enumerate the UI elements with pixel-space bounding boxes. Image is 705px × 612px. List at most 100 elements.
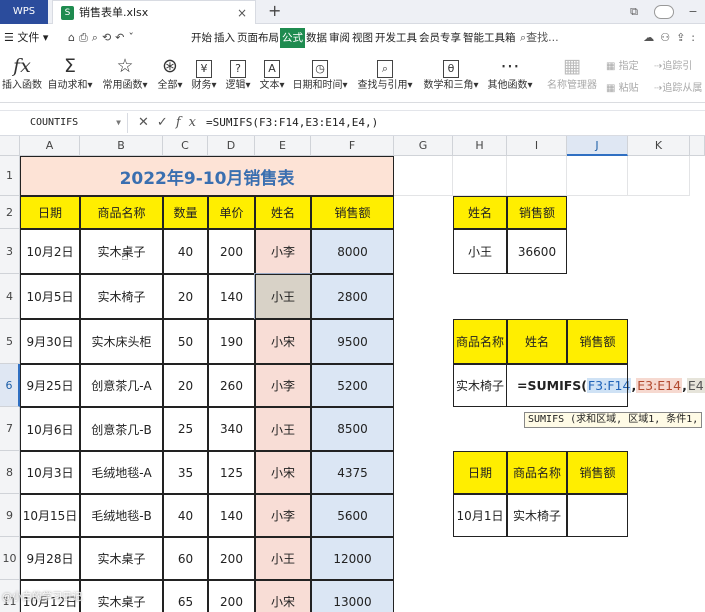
column-header-l[interactable] bbox=[690, 136, 705, 156]
tab-insert[interactable]: 插入 bbox=[213, 25, 236, 51]
header-sales[interactable]: 销售额 bbox=[311, 196, 394, 229]
search-input[interactable]: ⌕查找... bbox=[520, 25, 559, 51]
close-tab-icon[interactable]: × bbox=[237, 1, 247, 25]
table-cell-price[interactable]: 260 bbox=[208, 364, 255, 407]
row-header-2[interactable]: 2 bbox=[0, 196, 20, 229]
table-cell-quantity[interactable]: 60 bbox=[163, 537, 208, 580]
summary3-product-value[interactable]: 实木椅子 bbox=[507, 494, 567, 537]
table-cell-name[interactable]: 小李 bbox=[255, 494, 311, 537]
summary1-name-value[interactable]: 小王 bbox=[453, 229, 507, 274]
table-cell-sales[interactable]: 12000 bbox=[311, 537, 394, 580]
table-cell-price[interactable]: 140 bbox=[208, 494, 255, 537]
common-functions-button[interactable]: ☆ 常用函数▾ bbox=[100, 53, 150, 99]
fx-icon[interactable]: fx bbox=[176, 115, 204, 130]
column-header-e[interactable]: E bbox=[255, 136, 311, 156]
column-header-i[interactable]: I bbox=[507, 136, 567, 156]
table-cell-product[interactable]: 创意茶几-B bbox=[80, 407, 163, 451]
minimize-icon[interactable]: − bbox=[681, 0, 705, 24]
table-cell-quantity[interactable]: 50 bbox=[163, 319, 208, 364]
table-cell-date[interactable]: 10月6日 bbox=[20, 407, 80, 451]
summary2-header-name[interactable]: 姓名 bbox=[507, 319, 567, 364]
grid-cell[interactable] bbox=[507, 156, 567, 196]
table-cell-price[interactable]: 190 bbox=[208, 319, 255, 364]
summary3-header-sales[interactable]: 销售额 bbox=[567, 451, 628, 494]
grid-cell[interactable] bbox=[394, 156, 453, 196]
tab-smart-toolbox[interactable]: 智能工具箱 bbox=[462, 25, 517, 51]
select-all-corner[interactable] bbox=[0, 136, 20, 156]
grid-cell[interactable] bbox=[567, 156, 628, 196]
wps-account-icon[interactable] bbox=[653, 5, 674, 19]
text-functions-button[interactable]: A 文本▾ bbox=[256, 53, 288, 99]
row-header-5[interactable]: 5 bbox=[0, 319, 20, 364]
summary2-header-product[interactable]: 商品名称 bbox=[453, 319, 507, 364]
table-cell-sales[interactable]: 2800 bbox=[311, 274, 394, 319]
quick-access-toolbar[interactable]: ⌂⎙⌕⟲↶ˇ bbox=[68, 25, 138, 51]
table-cell-date[interactable]: 10月5日 bbox=[20, 274, 80, 319]
table-cell-price[interactable]: 125 bbox=[208, 451, 255, 494]
table-cell-quantity[interactable]: 65 bbox=[163, 580, 208, 612]
table-cell-sales[interactable]: 13000 bbox=[311, 580, 394, 612]
table-cell-price[interactable]: 200 bbox=[208, 229, 255, 274]
tab-review[interactable]: 审阅 bbox=[328, 25, 351, 51]
math-functions-button[interactable]: θ 数学和三角▾ bbox=[420, 53, 482, 99]
row-header-7[interactable]: 7 bbox=[0, 407, 20, 451]
table-cell-name[interactable]: 小宋 bbox=[255, 451, 311, 494]
name-box[interactable]: COUNTIFS ▼ bbox=[0, 113, 128, 133]
finance-functions-button[interactable]: ¥ 财务▾ bbox=[188, 53, 220, 99]
row-header-6[interactable]: 6 bbox=[0, 364, 20, 407]
table-cell-date[interactable]: 10月15日 bbox=[20, 494, 80, 537]
summary3-header-product[interactable]: 商品名称 bbox=[507, 451, 567, 494]
enter-icon[interactable]: ✓ bbox=[157, 115, 176, 130]
trace-precedents-button[interactable]: ⇢追踪引 bbox=[654, 57, 692, 72]
table-cell-name[interactable]: 小李 bbox=[255, 229, 311, 274]
table-cell-quantity[interactable]: 40 bbox=[163, 229, 208, 274]
header-product[interactable]: 商品名称 bbox=[80, 196, 163, 229]
table-cell-sales[interactable]: 5600 bbox=[311, 494, 394, 537]
row-header-3[interactable]: 3 bbox=[0, 229, 20, 274]
table-cell-quantity[interactable]: 35 bbox=[163, 451, 208, 494]
column-header-h[interactable]: H bbox=[453, 136, 507, 156]
define-name-button[interactable]: ▦ 指定 bbox=[606, 57, 639, 72]
table-cell-name[interactable]: 小王 bbox=[255, 407, 311, 451]
column-header-a[interactable]: A bbox=[20, 136, 80, 156]
grid-cell[interactable] bbox=[628, 156, 690, 196]
tab-developer[interactable]: 开发工具 bbox=[374, 25, 418, 51]
table-cell-price[interactable]: 140 bbox=[208, 274, 255, 319]
table-cell-price[interactable]: 200 bbox=[208, 537, 255, 580]
summary3-sales-value[interactable] bbox=[567, 494, 628, 537]
table-cell-price[interactable]: 200 bbox=[208, 580, 255, 612]
name-manager-button[interactable]: ▦ 名称管理器 bbox=[544, 53, 600, 99]
summary1-sales-value[interactable]: 36600 bbox=[507, 229, 567, 274]
summary1-header-sales[interactable]: 销售额 bbox=[507, 196, 567, 229]
table-cell-product[interactable]: 实木桌子 bbox=[80, 537, 163, 580]
wps-home-button[interactable]: WPS bbox=[0, 0, 48, 24]
table-cell-name-referenced[interactable]: 小王 bbox=[254, 273, 312, 320]
paste-name-button[interactable]: ▦ 粘贴 bbox=[606, 79, 639, 94]
summary2-header-sales[interactable]: 销售额 bbox=[567, 319, 628, 364]
column-header-j[interactable]: J bbox=[567, 136, 628, 156]
other-functions-button[interactable]: ⋯ 其他函数▾ bbox=[484, 53, 536, 99]
column-header-b[interactable]: B bbox=[80, 136, 163, 156]
row-header-8[interactable]: 8 bbox=[0, 451, 20, 494]
table-cell-product[interactable]: 实木桌子 bbox=[80, 580, 163, 612]
table-cell-name[interactable]: 小宋 bbox=[255, 319, 311, 364]
active-formula-cell[interactable]: =SUMIFS(F3:F14,E3:E14,E4,) bbox=[507, 364, 705, 407]
table-cell-quantity[interactable]: 20 bbox=[163, 274, 208, 319]
autosum-button[interactable]: Σ 自动求和▾ bbox=[46, 53, 94, 99]
file-menu[interactable]: ☰ 文件 ▾ bbox=[4, 25, 48, 51]
table-cell-quantity[interactable]: 20 bbox=[163, 364, 208, 407]
table-cell-price[interactable]: 340 bbox=[208, 407, 255, 451]
name-box-dropdown-icon[interactable]: ▼ bbox=[116, 113, 121, 133]
table-cell-sales[interactable]: 8500 bbox=[311, 407, 394, 451]
restore-tabs-icon[interactable]: ⧉ bbox=[622, 0, 646, 24]
summary3-header-date[interactable]: 日期 bbox=[453, 451, 507, 494]
summary2-product-value[interactable]: 实木椅子 bbox=[453, 364, 507, 407]
column-header-k[interactable]: K bbox=[628, 136, 690, 156]
table-title[interactable]: 2022年9-10月销售表 bbox=[20, 156, 394, 196]
tab-data[interactable]: 数据 bbox=[305, 25, 328, 51]
table-cell-sales[interactable]: 4375 bbox=[311, 451, 394, 494]
column-header-f[interactable]: F bbox=[311, 136, 394, 156]
table-cell-date[interactable]: 10月3日 bbox=[20, 451, 80, 494]
insert-function-button[interactable]: fx 插入函数 bbox=[2, 53, 42, 99]
tab-formulas[interactable]: 公式 bbox=[280, 28, 305, 48]
